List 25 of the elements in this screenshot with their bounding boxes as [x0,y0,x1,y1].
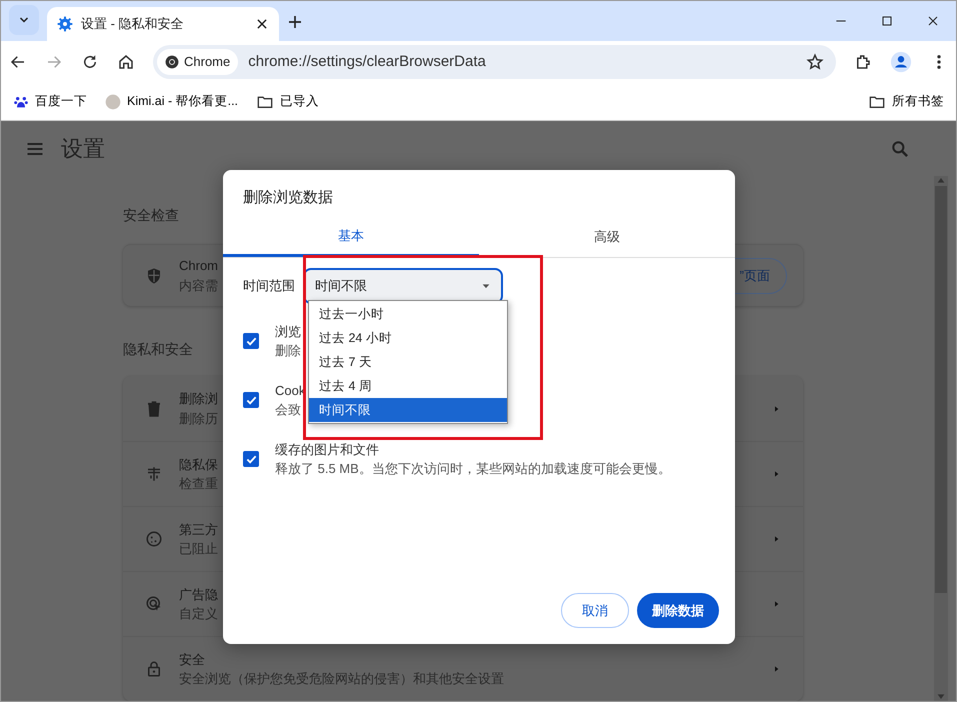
option-title: 缓存的图片和文件 [275,440,379,458]
url-text: chrome://settings/clearBrowserData [248,52,487,72]
row-title: 隐私保 [179,456,218,474]
row-subtitle: 安全浏览（保护您免受危险网站的侵害）和其他安全设置 [179,670,504,688]
page-title: 设置 [61,135,106,163]
row-subtitle: 删除历 [179,410,218,428]
row-title: 广告隐 [179,586,218,604]
row-title: 第三方 [179,520,218,538]
option-description: 会致 [275,401,301,419]
row-subtitle: 已阻止 [179,540,218,558]
row-subtitle: 检查重 [179,475,218,493]
section-heading: 隐私和安全 [123,340,193,359]
site-chip-label: Chrome [184,53,230,72]
option-description: 释放了 5.5 MB。当您下次访问时，某些网站的加载速度可能会更慢。 [275,460,671,478]
card-subtitle: 内容需 [179,276,218,294]
row-title: 安全 [179,650,205,668]
field-label: 时间范围 [243,276,295,295]
option-title: 浏览 [275,322,301,340]
tab-title: 设置 - 隐私和安全 [81,15,185,34]
row-subtitle: 自定义 [179,605,218,623]
dialog-title: 删除浏览数据 [242,188,334,208]
row-title: 删除浏 [179,390,218,408]
section-heading: 安全检查 [123,206,179,225]
option-description: 删除 [275,342,301,360]
card-title: Chrom [179,257,218,275]
